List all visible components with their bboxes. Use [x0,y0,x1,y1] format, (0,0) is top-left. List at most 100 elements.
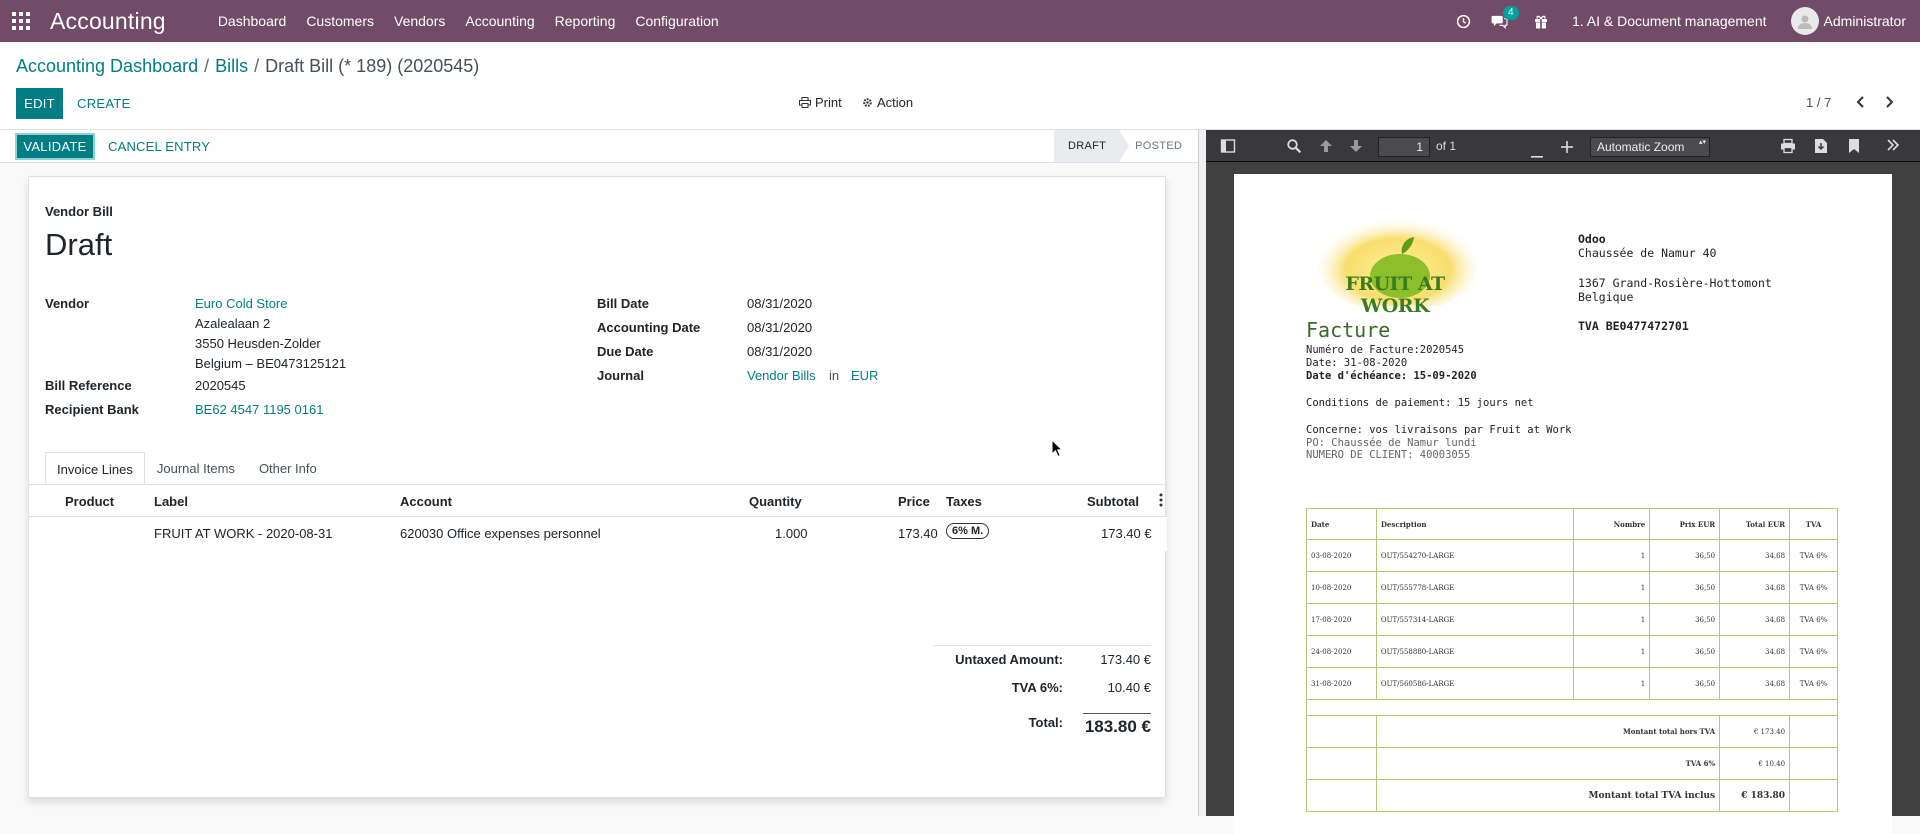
due-date-field[interactable]: 08/31/2020 [747,344,812,359]
search-icon[interactable] [1286,138,1302,159]
print-icon[interactable] [1780,138,1796,159]
breadcrumb-accounting-dashboard[interactable]: Accounting Dashboard [16,56,198,76]
menu-customers[interactable]: Customers [296,0,384,42]
company-switcher[interactable]: 1. AI & Document management [1572,13,1767,29]
zoom-select[interactable]: Automatic Zoom [1590,137,1710,157]
doc-cell: 31-08-2020 [1306,667,1377,700]
previous-page-icon[interactable] [1318,138,1334,159]
tab-journal-items[interactable]: Journal Items [145,452,247,484]
accounting-date-label: Accounting Date [597,320,701,335]
untaxed-amount-value: 173.40 € [1100,652,1151,667]
bookmark-icon[interactable] [1848,138,1860,159]
doc-th-date: Date [1306,508,1377,540]
sidebar-toggle-icon[interactable] [1220,138,1236,159]
doc-cell: 36,50 [1649,603,1721,636]
column-header-taxes[interactable]: Taxes [946,494,982,509]
zoom-out-icon[interactable] [1531,145,1543,163]
cell-account[interactable]: 620030 Office expenses personnel [400,526,601,541]
doc-cell: 34,68 [1719,667,1791,700]
bill-date-field[interactable]: 08/31/2020 [747,296,812,311]
pane-splitter[interactable] [1198,130,1206,816]
activity-clock-icon[interactable] [1456,14,1471,29]
doc-cell: TVA 6% [1789,603,1838,636]
page-count: of 1 [1436,139,1457,153]
vendor-field[interactable]: Euro Cold Store [195,296,288,311]
menu-reporting[interactable]: Reporting [545,0,626,42]
menu-vendors[interactable]: Vendors [384,0,455,42]
doc-sum-value: € 173.40 [1719,715,1791,748]
doc-cell: 1 [1573,603,1651,636]
total-separator [1083,713,1151,714]
pager-next-icon[interactable] [1883,93,1895,111]
column-header-price[interactable]: Price [898,494,930,509]
menu-configuration[interactable]: Configuration [625,0,728,42]
messaging-icon[interactable]: 4 [1491,5,1519,29]
currency-field[interactable]: EUR [851,368,878,383]
menu-accounting[interactable]: Accounting [455,0,544,42]
form-statusbar: VALIDATE CANCEL ENTRY DRAFT POSTED [0,130,1198,163]
gear-icon [863,98,872,107]
cancel-entry-button[interactable]: CANCEL ENTRY [108,139,210,154]
tools-menu-icon[interactable] [1886,138,1900,157]
doc-sum-label: Montant total TVA inclus [1375,779,1721,812]
doc-sum-row: Montant total TVA inclus € 183.80 [1306,779,1838,812]
column-options-icon[interactable] [1159,493,1163,510]
doc-cell: TVA 6% [1789,571,1838,604]
doc-concerne: Concerne: vos livraisons par Fruit at Wo… [1306,424,1572,436]
menu-dashboard[interactable]: Dashboard [208,0,297,42]
tax-tag[interactable]: 6% M. [946,523,990,539]
next-page-icon[interactable] [1348,138,1364,159]
cell-label[interactable]: FRUIT AT WORK - 2020-08-31 [154,526,332,541]
column-header-subtotal[interactable]: Subtotal [1087,494,1139,509]
gift-icon[interactable] [1534,14,1548,29]
column-header-quantity[interactable]: Quantity [749,494,802,509]
breadcrumb: Accounting Dashboard / Bills / Draft Bill (*… [16,56,479,77]
action-button[interactable]: Action [862,95,913,110]
doc-cell: 10-08-2020 [1306,571,1377,604]
doc-client-number: NUMERO DE CLIENT: 40003055 [1306,449,1471,461]
pager-value[interactable]: 1 / 7 [1806,95,1831,110]
recipient-bank-field[interactable]: BE62 4547 1195 0161 [195,402,323,417]
doc-sum-value: € 10.40 [1719,747,1791,780]
tab-invoice-lines[interactable]: Invoice Lines [45,452,145,485]
create-button[interactable]: CREATE [77,96,131,111]
app-name[interactable]: Accounting [50,8,166,35]
recipient-bank-label: Recipient Bank [45,402,139,417]
bill-reference-field[interactable]: 2020545 [195,378,246,393]
doc-heading: Facture [1306,318,1391,342]
zoom-in-icon[interactable] [1561,140,1573,158]
cell-quantity[interactable]: 1.000 [775,526,808,541]
doc-table-header: Date Description Nombre Prix EUR Total E… [1306,508,1838,540]
doc-company-address: Chaussée de Namur 40 [1578,246,1717,260]
doc-table-row: 10-08-2020 OUT/555778-LARGE 1 36,50 34,68 TVA… [1306,571,1838,604]
journal-field[interactable]: Vendor Bills [747,368,816,383]
doc-sum-label: TVA 6% [1375,747,1721,780]
user-avatar[interactable] [1790,7,1819,35]
column-header-product[interactable]: Product [65,494,114,509]
download-icon[interactable] [1814,138,1828,159]
doc-cell: OUT/560586-LARGE [1375,667,1575,700]
tab-other-info[interactable]: Other Info [247,452,329,484]
accounting-date-field[interactable]: 08/31/2020 [747,320,812,335]
validate-button[interactable]: VALIDATE [15,133,95,160]
breadcrumb-separator: / [254,56,260,76]
pager-previous-icon[interactable] [1855,93,1867,111]
user-name[interactable]: Administrator [1824,13,1906,29]
stage-posted[interactable]: POSTED [1129,130,1196,162]
column-header-account[interactable]: Account [400,494,452,509]
breadcrumb-bills[interactable]: Bills [215,56,248,76]
print-button[interactable]: Print [799,95,842,110]
column-header-label[interactable]: Label [154,494,188,509]
page-number-input[interactable]: 1 [1378,137,1430,157]
breadcrumb-current: Draft Bill (* 189) (2020545) [265,56,480,76]
table-row[interactable]: FRUIT AT WORK - 2020-08-31 620030 Office… [29,517,1167,551]
stage-draft[interactable]: DRAFT [1054,130,1121,162]
total-value: 183.80 € [1084,717,1151,736]
vendor-address-line: 3550 Heusden-Zolder [195,336,321,351]
edit-button[interactable]: EDIT [16,88,63,119]
doc-cell: 17-08-2020 [1306,603,1377,636]
doc-payment-terms: Conditions de paiement: 15 jours net [1306,397,1534,409]
apps-menu-icon[interactable] [0,0,42,42]
doc-cell: 36,50 [1649,539,1721,572]
cell-price[interactable]: 173.40 [898,526,938,541]
